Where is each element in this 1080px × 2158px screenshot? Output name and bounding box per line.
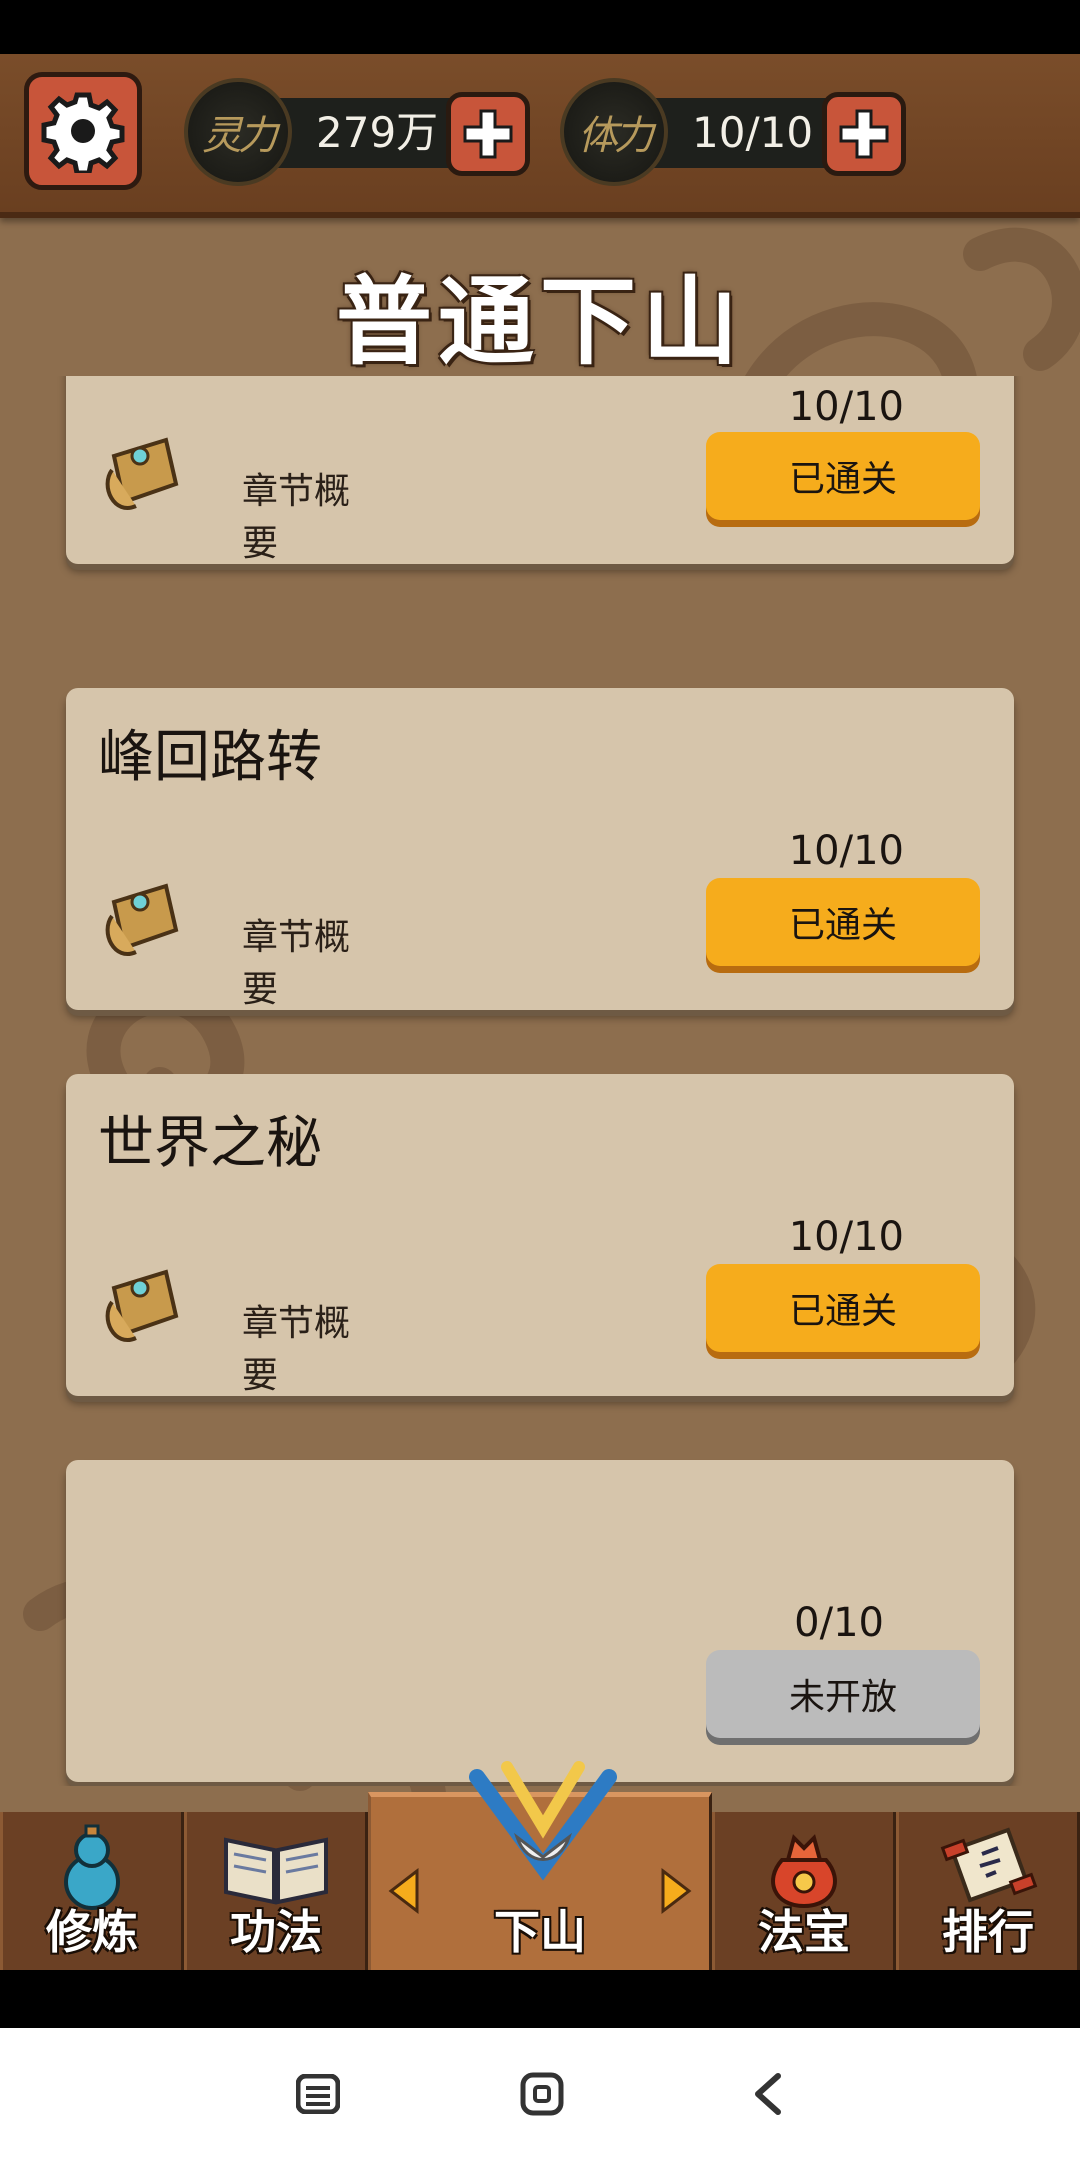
plus-icon xyxy=(839,109,889,159)
stamina-medal: 体力 xyxy=(560,78,668,186)
settings-button[interactable] xyxy=(24,72,142,190)
page-title: 普通下山 xyxy=(336,266,744,378)
spirit-medal: 灵力 xyxy=(184,78,292,186)
nav-menu-button[interactable] xyxy=(290,2066,346,2122)
nav-back-button[interactable] xyxy=(740,2066,796,2122)
plus-icon xyxy=(463,109,513,159)
spirit-power-value: 279万 xyxy=(316,108,439,157)
chapter-progress: 10/10 xyxy=(788,384,904,430)
tab-label: 功法 xyxy=(230,1905,322,1959)
scroll-summary-icon xyxy=(105,1269,179,1342)
tab-label: 排行 xyxy=(942,1905,1034,1959)
add-stamina-button[interactable] xyxy=(822,92,906,176)
chapter-status-button[interactable]: 已通关 xyxy=(706,1264,980,1352)
chapter-card[interactable]: 峰回路转 10/10 章节概要 已通关 xyxy=(66,688,1014,1010)
tab-ranking[interactable]: 排行 xyxy=(896,1812,1080,1970)
letterbox-strip xyxy=(0,1970,1080,2028)
bottom-tab-bar: 修炼 功法 下山 法宝 排行 xyxy=(0,1761,1080,1970)
status-bar xyxy=(0,0,1080,54)
chapter-status-button[interactable]: 已通关 xyxy=(706,878,980,966)
chapter-title: 峰回路转 xyxy=(98,725,322,790)
scroll-summary-icon xyxy=(105,883,179,956)
stamina-resource: 体力 10/10 xyxy=(560,78,910,186)
gear-icon xyxy=(41,92,125,173)
game-screen: 灵力 279万 体力 10/10 普通下山 10/10 章节概要 已通关 峰回路… xyxy=(0,54,1080,1970)
crossed-blades-icon xyxy=(469,1761,617,1881)
chapter-card[interactable]: 0/10 未开放 xyxy=(66,1460,1014,1782)
tab-label: 法宝 xyxy=(758,1905,850,1959)
spirit-power-resource: 灵力 279万 xyxy=(184,78,534,186)
tab-label: 下山 xyxy=(494,1905,586,1959)
top-bar: 灵力 279万 体力 10/10 xyxy=(0,54,1080,218)
chapter-progress: 10/10 xyxy=(788,828,904,874)
tab-label: 修炼 xyxy=(46,1905,138,1959)
chapter-summary-label: 章节概要 xyxy=(242,1303,351,1396)
tab-cultivate[interactable]: 修炼 xyxy=(0,1812,184,1970)
chapter-progress: 0/10 xyxy=(794,1600,884,1646)
chapter-summary-label: 章节概要 xyxy=(242,917,351,1010)
chapter-title: 世界之秘 xyxy=(98,1111,322,1176)
tab-techniques[interactable]: 功法 xyxy=(184,1812,368,1970)
stamina-value: 10/10 xyxy=(692,108,814,157)
chapter-list[interactable]: 10/10 章节概要 已通关 峰回路转 10/10 章节概要 已通关 世界之秘 … xyxy=(0,376,1080,1786)
system-navigation-bar xyxy=(0,2028,1080,2158)
chapter-status-button[interactable]: 未开放 xyxy=(706,1650,980,1738)
home-icon xyxy=(520,2072,564,2116)
tab-treasures[interactable]: 法宝 xyxy=(712,1812,896,1970)
scroll-summary-icon xyxy=(105,437,179,510)
chapter-summary-button[interactable]: 章节概要 xyxy=(96,1258,376,1396)
nav-home-button[interactable] xyxy=(514,2066,570,2122)
add-spirit-power-button[interactable] xyxy=(446,92,530,176)
chapter-card[interactable]: 10/10 章节概要 已通关 xyxy=(66,376,1014,564)
back-icon xyxy=(755,2073,781,2115)
chapter-status-button[interactable]: 已通关 xyxy=(706,432,980,520)
chapter-progress: 10/10 xyxy=(788,1214,904,1260)
chapter-summary-button[interactable]: 章节概要 xyxy=(96,872,376,1010)
chapter-summary-button[interactable]: 章节概要 xyxy=(96,426,376,564)
menu-icon xyxy=(296,2074,340,2114)
tab-descend-mountain[interactable]: 下山 xyxy=(368,1761,712,1970)
chapter-summary-label: 章节概要 xyxy=(242,471,351,564)
chapter-card[interactable]: 世界之秘 10/10 章节概要 已通关 xyxy=(66,1074,1014,1396)
